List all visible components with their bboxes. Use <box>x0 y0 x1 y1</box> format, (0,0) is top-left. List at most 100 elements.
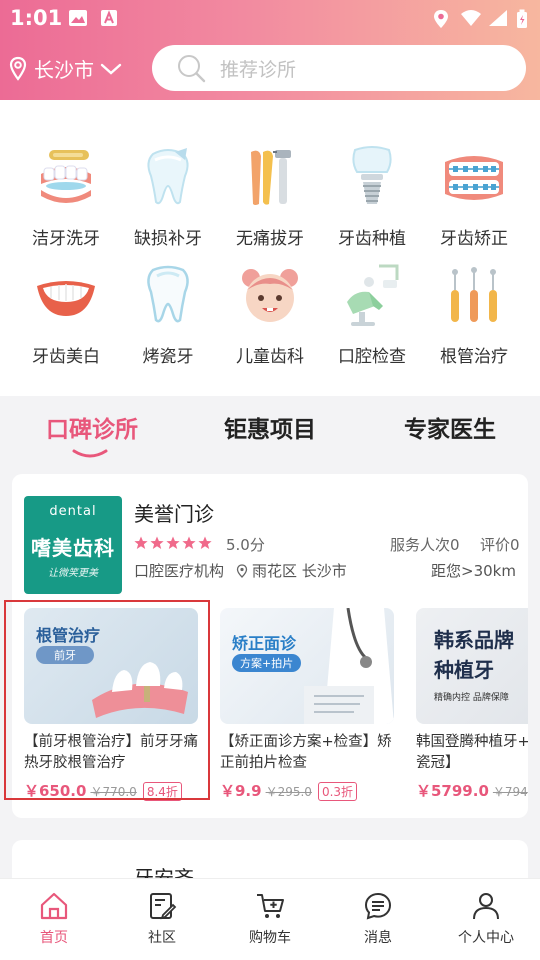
category-child-dentistry[interactable]: 儿童齿科 <box>218 262 322 372</box>
service-image: 矫正面诊 方案+拍片 <box>220 608 394 724</box>
category-label: 牙齿矫正 <box>440 229 508 249</box>
nav-profile[interactable]: 个人中心 <box>432 891 540 947</box>
category-grid: 洁牙洗牙 缺损补牙 无痛拔牙 牙齿种植 牙齿矫正 牙齿美白 烤瓷牙 儿童齿科 口… <box>0 100 540 396</box>
nav-home[interactable]: 首页 <box>0 891 108 947</box>
service-image-tag: 方案+拍片 <box>232 654 302 672</box>
category-label: 儿童齿科 <box>236 347 304 367</box>
map-pin-icon <box>9 56 27 81</box>
category-teeth-cleaning[interactable]: 洁牙洗牙 <box>14 144 118 254</box>
category-porcelain-tooth[interactable]: 烤瓷牙 <box>116 262 220 372</box>
category-label: 牙齿种植 <box>338 229 406 249</box>
star-icon <box>166 536 180 549</box>
category-braces[interactable]: 牙齿矫正 <box>422 144 526 254</box>
star-icon <box>198 536 212 549</box>
active-tab-indicator <box>72 449 108 458</box>
wifi-icon <box>461 10 481 26</box>
location-icon <box>236 563 248 578</box>
tab-bar: 口碑诊所 钜惠项目 专家医生 <box>0 396 540 466</box>
porcelain-tooth-icon <box>147 265 189 323</box>
service-title: 韩国登腾种植牙+基台+全瓷冠】 <box>416 734 528 771</box>
category-tooth-filling[interactable]: 缺损补牙 <box>116 144 220 254</box>
service-price: ￥5799.0 <box>416 782 489 800</box>
logo-name: 嗜美齿科 <box>31 536 115 560</box>
price-row: ￥5799.0 ￥794 <box>416 780 528 801</box>
category-dental-checkup[interactable]: 口腔检查 <box>320 262 424 372</box>
child-dentistry-icon <box>242 269 298 322</box>
braces-icon <box>445 156 503 200</box>
search-placeholder: 推荐诊所 <box>220 58 297 81</box>
service-image: 韩系品牌 种植牙 精确内控 品牌保障 <box>416 608 528 724</box>
price-row: ￥9.9 ￥295.0 0.3折 <box>220 780 396 801</box>
highlight-box <box>4 600 210 800</box>
service-original-price: ￥295.0 <box>265 785 312 799</box>
category-root-canal[interactable]: 根管治疗 <box>422 262 526 372</box>
category-label: 口腔检查 <box>338 347 406 367</box>
category-label: 根管治疗 <box>440 347 508 367</box>
signal-icon <box>489 10 507 26</box>
status-time: 1:01 <box>10 6 63 30</box>
star-icon <box>150 536 164 549</box>
address-text: 雨花区 长沙市 <box>252 562 347 580</box>
category-tooth-extraction[interactable]: 无痛拔牙 <box>218 144 322 254</box>
rating-stars <box>134 536 212 550</box>
clinic-logo: dental 嗜美齿科 让微笑更美 <box>24 496 122 594</box>
category-label: 牙齿美白 <box>32 347 100 367</box>
nav-community[interactable]: 社区 <box>108 891 216 947</box>
location-status-icon <box>434 10 448 28</box>
profile-icon <box>473 893 499 920</box>
service-title: 【矫正面诊方案+检查】矫正前拍片检查 <box>220 734 392 771</box>
battery-icon <box>517 9 527 28</box>
service-item[interactable]: 矫正面诊 方案+拍片 【矫正面诊方案+检查】矫正前拍片检查 ￥9.9 ￥295.… <box>220 608 396 801</box>
service-item[interactable]: 韩系品牌 种植牙 精确内控 品牌保障 韩国登腾种植牙+基台+全瓷冠】 ￥5799… <box>416 608 528 801</box>
city-selector[interactable]: 长沙市 <box>8 54 122 83</box>
tab-reputation-clinics[interactable]: 口碑诊所 <box>46 410 138 444</box>
service-price: ￥9.9 <box>220 782 262 800</box>
city-label: 长沙市 <box>34 58 94 82</box>
gallery-icon <box>69 10 87 26</box>
discount-badge: 0.3折 <box>317 782 358 801</box>
nav-label: 个人中心 <box>458 930 514 946</box>
community-icon <box>150 893 177 920</box>
tooth-filling-icon <box>147 148 189 205</box>
cart-icon <box>257 894 284 918</box>
clinic-score: 5.0分 <box>226 536 265 554</box>
service-image-title: 矫正面诊 <box>232 634 297 653</box>
distance: 距您>30km <box>431 562 516 580</box>
nav-messages[interactable]: 消息 <box>324 891 432 947</box>
nav-label: 购物车 <box>249 930 291 946</box>
logo-brand-text: dental <box>49 504 97 519</box>
category-label: 烤瓷牙 <box>142 347 194 367</box>
org-type: 口腔医疗机构 <box>134 562 225 580</box>
star-icon <box>134 536 148 549</box>
location-search-bar: 长沙市 推荐诊所 <box>0 44 540 92</box>
search-icon <box>178 55 206 83</box>
dental-implant-icon <box>352 146 392 204</box>
tooth-extraction-icon <box>251 150 291 205</box>
category-label: 缺损补牙 <box>134 229 202 249</box>
clinic-name: 美誉门诊 <box>134 502 214 526</box>
category-label: 无痛拔牙 <box>236 229 304 249</box>
tab-special-offers[interactable]: 钜惠项目 <box>224 410 316 444</box>
nav-label: 社区 <box>148 930 176 946</box>
text-app-icon <box>101 10 117 26</box>
search-input[interactable]: 推荐诊所 <box>152 45 526 91</box>
review-count: 评价0 <box>480 536 520 554</box>
service-image-title: 韩系品牌 <box>434 628 514 652</box>
category-teeth-whitening[interactable]: 牙齿美白 <box>14 262 118 372</box>
teeth-cleaning-icon <box>41 150 91 203</box>
teeth-whitening-icon <box>37 281 95 316</box>
nav-label: 首页 <box>40 930 68 946</box>
logo-signature: 让微笑更美 <box>48 568 98 579</box>
header: 1:01 长沙市 推荐诊所 <box>0 0 540 100</box>
nav-cart[interactable]: 购物车 <box>216 891 324 947</box>
home-icon <box>40 892 68 920</box>
nav-label: 消息 <box>364 930 392 946</box>
category-dental-implant[interactable]: 牙齿种植 <box>320 144 424 254</box>
tab-expert-doctors[interactable]: 专家医生 <box>404 410 496 444</box>
service-image-tag: 精确内控 品牌保障 <box>434 693 509 703</box>
dental-checkup-icon <box>347 264 399 326</box>
doctor-illustration <box>304 608 394 724</box>
chevron-down-icon <box>100 63 122 75</box>
clinic-address: 雨花区 长沙市 <box>236 560 347 581</box>
category-label: 洁牙洗牙 <box>32 229 100 249</box>
